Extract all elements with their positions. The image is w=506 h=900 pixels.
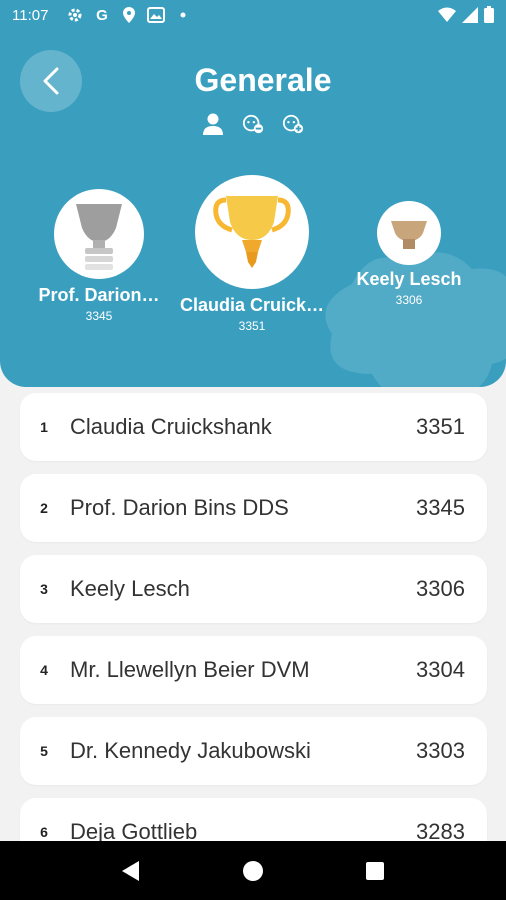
rank: 5: [40, 743, 48, 759]
silver-trophy-icon: [76, 204, 122, 270]
person-icon[interactable]: [202, 112, 224, 136]
rank: 4: [40, 662, 48, 678]
dot-icon: [174, 6, 192, 24]
status-time: 11:07: [12, 7, 49, 24]
rank: 6: [40, 824, 48, 840]
player-score: 3303: [416, 738, 465, 763]
status-bar: 11:07 G: [0, 0, 506, 32]
avatar: [54, 189, 144, 279]
player-score: 3306: [416, 576, 465, 601]
battery-icon: [484, 6, 494, 27]
back-icon: [122, 860, 139, 881]
avatar: [377, 201, 441, 265]
podium-name: Prof. Darion…: [38, 285, 160, 305]
gallery-icon: [147, 6, 165, 24]
filter-icons: [202, 112, 304, 136]
system-nav-bar: [0, 841, 506, 900]
group-remove-icon[interactable]: [242, 112, 264, 136]
podium-third[interactable]: Keely Lesch 3306: [340, 201, 478, 307]
settings-icon: [66, 6, 84, 24]
nav-back-button[interactable]: [111, 851, 151, 891]
player-score: 3345: [416, 495, 465, 520]
signal-icon: [462, 6, 478, 27]
location-icon: [120, 6, 138, 24]
group-add-icon[interactable]: [282, 112, 304, 136]
bronze-trophy-icon: [391, 221, 427, 249]
player-name: Prof. Darion Bins DDS: [70, 495, 289, 520]
player-name: Claudia Cruickshank: [70, 414, 272, 439]
list-item[interactable]: 1 Claudia Cruickshank 3351: [20, 393, 487, 461]
podium-name: Keely Lesch: [356, 269, 462, 289]
avatar: [195, 175, 309, 289]
recents-icon: [366, 861, 384, 880]
podium-second[interactable]: Prof. Darion… 3345: [28, 189, 170, 323]
list-item[interactable]: 3 Keely Lesch 3306: [20, 555, 487, 623]
player-name: Keely Lesch: [70, 576, 190, 601]
podium-score: 3306: [395, 293, 423, 307]
nav-home-button[interactable]: [233, 851, 273, 891]
list-item[interactable]: 4 Mr. Llewellyn Beier DVM 3304: [20, 636, 487, 704]
player-name: Mr. Llewellyn Beier DVM: [70, 657, 310, 682]
list-item[interactable]: 2 Prof. Darion Bins DDS 3345: [20, 474, 487, 542]
page-title: Generale: [194, 62, 332, 98]
rank: 1: [40, 419, 48, 435]
header: 11:07 G Generale Prof. Darion… 3345 Clau…: [0, 0, 506, 387]
podium-first[interactable]: Claudia Cruick… 3351: [176, 175, 328, 333]
google-icon: G: [96, 6, 108, 24]
wifi-icon: [438, 7, 456, 27]
podium-score: 3351: [238, 319, 266, 333]
rank: 2: [40, 500, 48, 516]
list-item[interactable]: 5 Dr. Kennedy Jakubowski 3303: [20, 717, 487, 785]
player-score: 3351: [416, 414, 465, 439]
home-icon: [243, 860, 263, 881]
gold-trophy-icon: [213, 196, 291, 268]
leaderboard-list: 1 Claudia Cruickshank 3351 2 Prof. Dario…: [20, 393, 487, 879]
rank: 3: [40, 581, 48, 597]
player-name: Dr. Kennedy Jakubowski: [70, 738, 311, 763]
podium-name: Claudia Cruick…: [179, 295, 325, 315]
player-score: 3304: [416, 657, 465, 682]
nav-recents-button[interactable]: [355, 851, 395, 891]
podium-score: 3345: [85, 309, 113, 323]
